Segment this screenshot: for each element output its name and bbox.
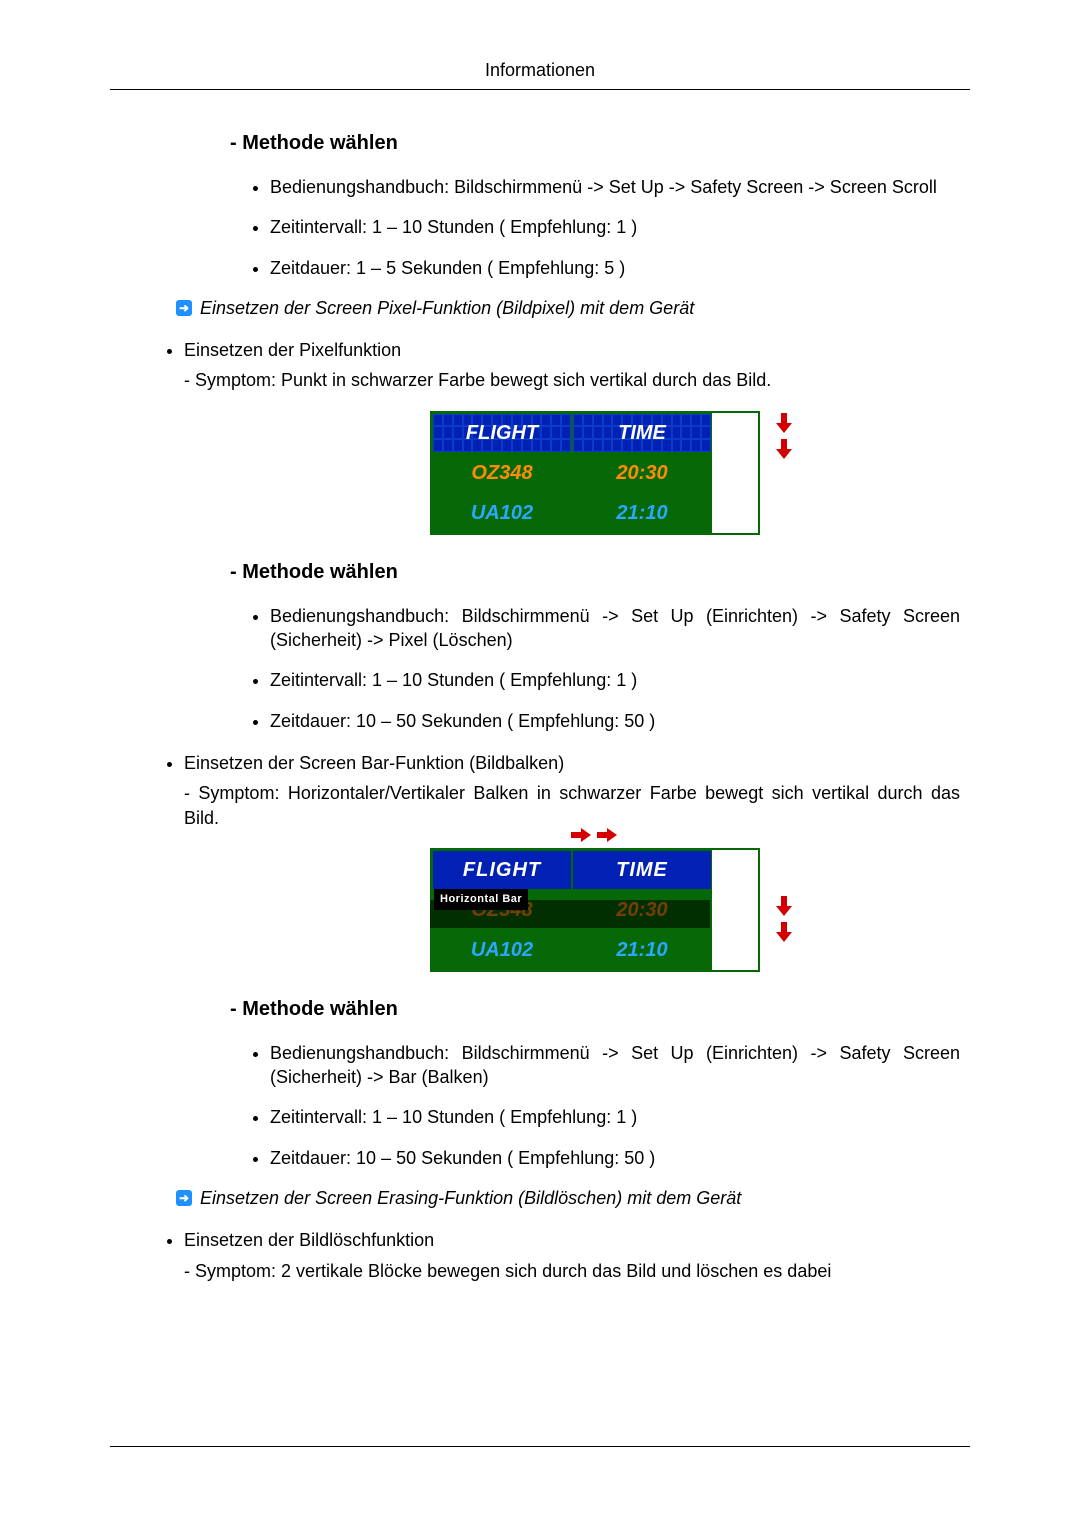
cell-time: 21:10 <box>572 930 712 970</box>
right-arrows-icon <box>571 828 619 842</box>
bar-function-title: Einsetzen der Screen Bar-Funktion (Bildb… <box>184 753 564 773</box>
column-header-flight: FLIGHT <box>432 413 572 453</box>
method-heading-3: - Methode wählen <box>230 996 960 1023</box>
list-item: Zeitintervall: 1 – 10 Stunden ( Empfehlu… <box>270 215 960 239</box>
note-erasing-function: ➜ Einsetzen der Screen Erasing-Funktion … <box>176 1186 960 1210</box>
footer-rule <box>110 1446 970 1447</box>
arrow-down-icon <box>776 439 792 461</box>
column-header-flight: FLIGHT <box>432 850 572 890</box>
bar-function-block: Einsetzen der Screen Bar-Funktion (Bildb… <box>160 751 960 830</box>
list-item: Zeitdauer: 10 – 50 Sekunden ( Empfehlung… <box>270 709 960 733</box>
erase-function-block: Einsetzen der Bildlöschfunktion - Sympto… <box>160 1228 960 1283</box>
list-item: Zeitdauer: 1 – 5 Sekunden ( Empfehlung: … <box>270 256 960 280</box>
content-area: - Methode wählen Bedienungshandbuch: Bil… <box>230 130 960 1283</box>
arrow-right-icon <box>597 828 619 842</box>
note-text: Einsetzen der Screen Pixel-Funktion (Bil… <box>200 296 694 320</box>
pixel-function-symptom: - Symptom: Punkt in schwarzer Farbe bewe… <box>184 368 960 392</box>
method-3-list: Bedienungshandbuch: Bildschirmmenü -> Se… <box>230 1041 960 1170</box>
cell-flight: UA102 <box>432 930 572 970</box>
column-header-time: TIME <box>572 850 712 890</box>
list-item: Einsetzen der Bildlöschfunktion - Sympto… <box>184 1228 960 1283</box>
method-heading-1: - Methode wählen <box>230 130 960 157</box>
list-item: Zeitdauer: 10 – 50 Sekunden ( Empfehlung… <box>270 1146 960 1170</box>
erase-function-title: Einsetzen der Bildlöschfunktion <box>184 1230 434 1250</box>
down-arrows-icon <box>776 896 792 944</box>
page: Informationen - Methode wählen Bedienung… <box>0 0 1080 1527</box>
cell-flight: OZ348 <box>432 453 572 493</box>
arrow-down-icon <box>776 896 792 918</box>
flight-board-bar: Horizontal Bar FLIGHT TIME OZ348 20:30 U… <box>430 848 760 972</box>
bar-function-symptom: - Symptom: Horizontaler/Vertikaler Balke… <box>184 781 960 830</box>
list-item: Bedienungshandbuch: Bildschirmmenü -> Se… <box>270 604 960 653</box>
method-heading-2: - Methode wählen <box>230 559 960 586</box>
page-header-title: Informationen <box>110 60 970 90</box>
arrow-right-icon <box>571 828 593 842</box>
arrow-down-icon <box>776 413 792 435</box>
list-item: Einsetzen der Screen Bar-Funktion (Bildb… <box>184 751 960 830</box>
cell-time: 21:10 <box>572 493 712 533</box>
erase-function-symptom: - Symptom: 2 vertikale Blöcke bewegen si… <box>184 1259 960 1283</box>
list-item: Zeitintervall: 1 – 10 Stunden ( Empfehlu… <box>270 668 960 692</box>
cell-time: 20:30 <box>572 453 712 493</box>
arrow-bullet-icon: ➜ <box>176 300 192 316</box>
list-item: Bedienungshandbuch: Bildschirmmenü -> Se… <box>270 175 960 199</box>
method-2-list: Bedienungshandbuch: Bildschirmmenü -> Se… <box>230 604 960 733</box>
header-label: FLIGHT <box>466 422 538 444</box>
note-text: Einsetzen der Screen Erasing-Funktion (B… <box>200 1186 741 1210</box>
header-label: TIME <box>618 422 666 444</box>
method-1-list: Bedienungshandbuch: Bildschirmmenü -> Se… <box>230 175 960 280</box>
list-item: Einsetzen der Pixelfunktion - Symptom: P… <box>184 338 960 393</box>
cell-flight: UA102 <box>432 493 572 533</box>
note-pixel-function: ➜ Einsetzen der Screen Pixel-Funktion (B… <box>176 296 960 320</box>
flight-board-pixel: FLIGHT TIME OZ348 20:30 UA102 2 <box>430 411 760 535</box>
down-arrows-icon <box>776 413 792 461</box>
arrow-bullet-icon: ➜ <box>176 1190 192 1206</box>
list-item: Bedienungshandbuch: Bildschirmmenü -> Se… <box>270 1041 960 1090</box>
horizontal-bar-label: Horizontal Bar <box>434 889 528 910</box>
column-header-time: TIME <box>572 413 712 453</box>
arrow-down-icon <box>776 922 792 944</box>
list-item: Zeitintervall: 1 – 10 Stunden ( Empfehlu… <box>270 1105 960 1129</box>
flight-board-table: FLIGHT TIME OZ348 20:30 UA102 2 <box>430 411 760 535</box>
pixel-function-block: Einsetzen der Pixelfunktion - Symptom: P… <box>160 338 960 393</box>
pixel-function-title: Einsetzen der Pixelfunktion <box>184 340 401 360</box>
